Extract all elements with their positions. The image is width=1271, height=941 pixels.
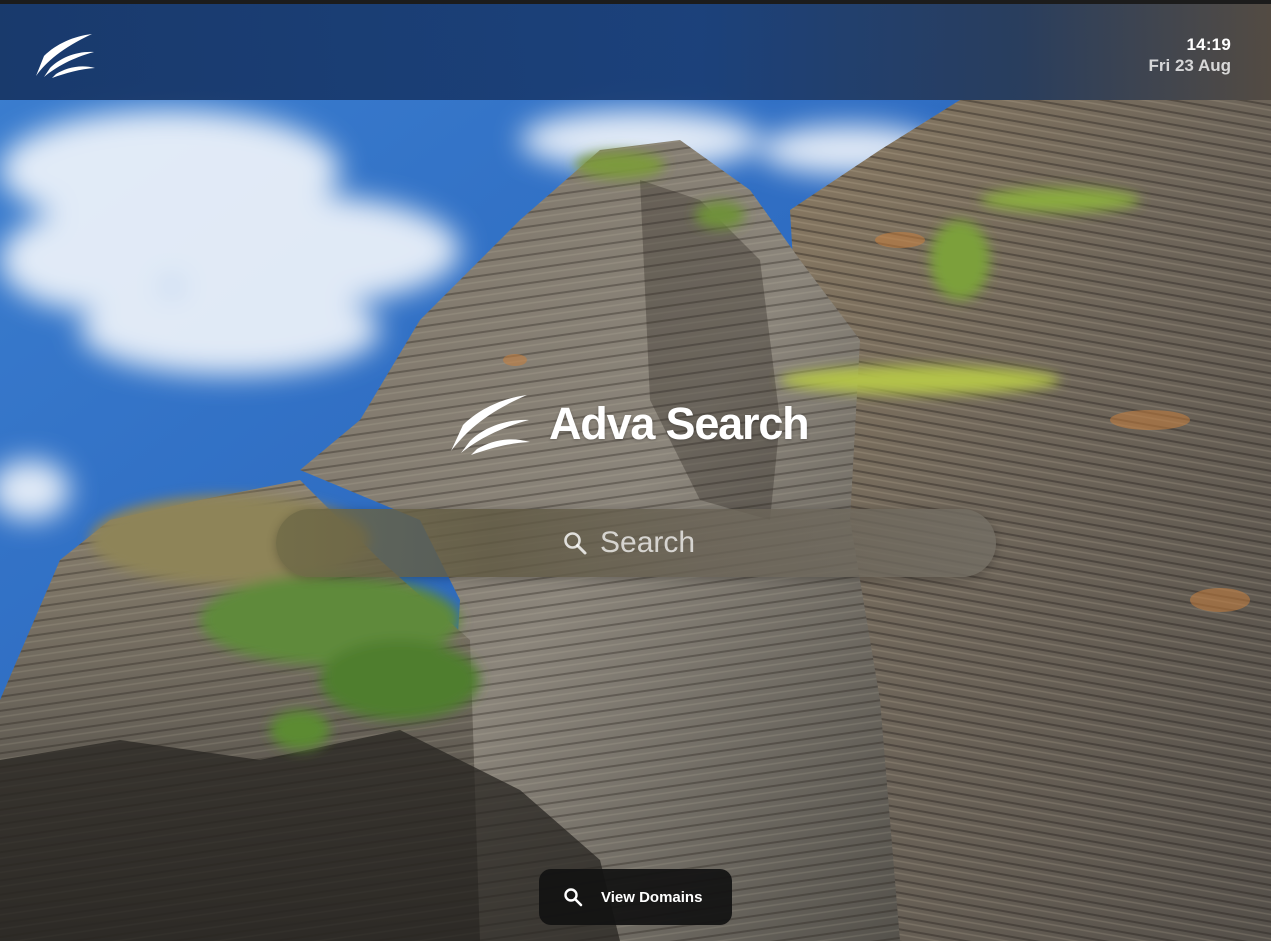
brand-header: Adva Search [449,392,810,456]
clock-date: Fri 23 Aug [1148,56,1232,75]
adva-wing-logo-icon [451,395,530,455]
clock: 14:19 Fri 23 Aug [1149,35,1232,77]
clock-time: 14:19 [1186,35,1231,54]
wallpaper-background [0,0,1271,941]
new-tab-page: 14:19 Fri 23 Aug Adva Search View Domain… [0,0,1271,941]
view-domains-label: View Domains [601,888,703,906]
view-domains-button[interactable]: View Domains [539,869,732,925]
search-input[interactable] [600,526,710,560]
search-icon [564,888,583,907]
search-icon [564,532,587,555]
search-bar[interactable] [276,509,996,577]
search-inner [276,509,996,577]
top-bar: 14:19 Fri 23 Aug [0,4,1271,100]
brand-name: Adva Search [549,398,810,449]
adva-wing-logo-icon[interactable] [34,32,96,78]
